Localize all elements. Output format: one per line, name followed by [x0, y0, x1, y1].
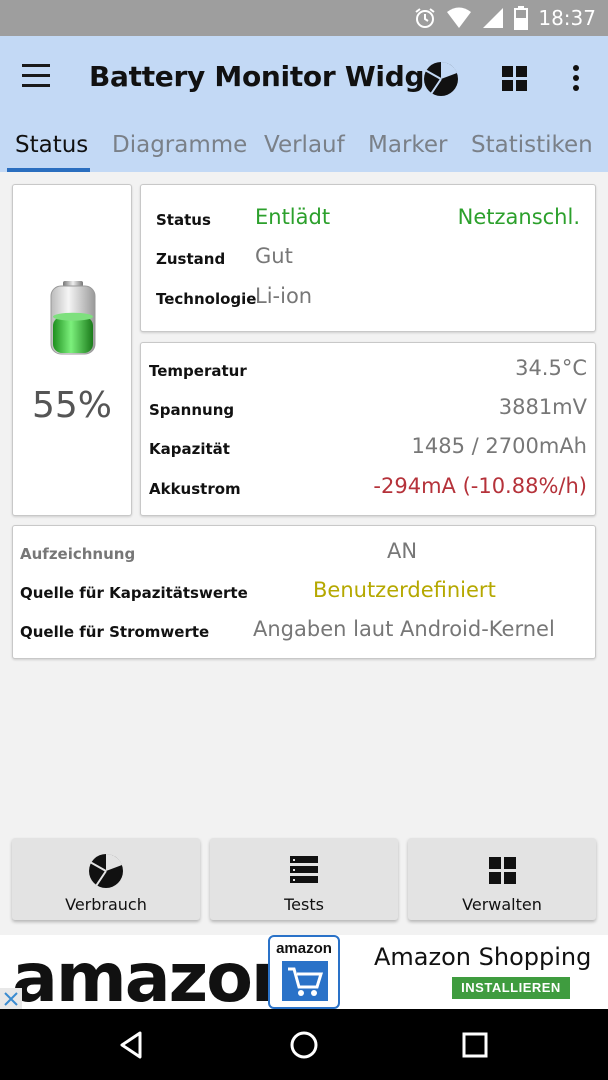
wifi-icon	[447, 7, 472, 28]
tests-label: Tests	[284, 895, 324, 914]
technology-value: Li-ion	[255, 284, 313, 308]
signal-icon	[483, 8, 504, 28]
tab-bar: Status Diagramme Verlauf Marker Statisti…	[0, 120, 608, 172]
install-button[interactable]: INSTALLIEREN	[452, 977, 570, 999]
tab-statistiken[interactable]: Statistiken	[471, 132, 593, 158]
navigation-bar	[0, 1009, 608, 1080]
recording-value: AN	[387, 539, 418, 563]
current-source-value: Angaben laut Android-Kernel	[253, 617, 555, 641]
current-label: Akkustrom	[149, 480, 241, 498]
pie-chart-icon[interactable]	[421, 58, 461, 98]
capacity-label: Kapazität	[149, 440, 230, 458]
back-icon[interactable]	[114, 1027, 150, 1063]
technology-label: Technologie	[156, 290, 257, 308]
amazon-logo: amazon	[268, 935, 340, 1009]
app-bar: Battery Monitor Widget	[0, 36, 608, 120]
more-vert-icon[interactable]	[556, 58, 596, 98]
pie-chart-icon	[89, 853, 123, 888]
alarm-icon	[415, 8, 435, 28]
capacity-source-value: Benutzerdefiniert	[313, 578, 496, 602]
home-icon[interactable]	[286, 1027, 322, 1063]
health-label: Zustand	[156, 250, 226, 268]
ad-title: Amazon Shopping	[374, 943, 592, 971]
voltage-label: Spannung	[149, 401, 235, 419]
capacity-value: 1485 / 2700mAh	[411, 434, 587, 458]
list-icon	[290, 856, 318, 883]
capacity-source-label: Quelle für Kapazitätswerte	[20, 584, 248, 602]
temperature-label: Temperatur	[149, 362, 247, 380]
temperature-value: 34.5°C	[515, 356, 587, 380]
recording-label: Aufzeichnung	[20, 545, 136, 563]
menu-icon	[22, 64, 50, 67]
measurements-card[interactable]: Temperatur 34.5°C Spannung 3881mV Kapazi…	[140, 342, 596, 516]
tab-status[interactable]: Status	[15, 132, 88, 158]
tab-verlauf[interactable]: Verlauf	[264, 132, 345, 158]
manage-label: Verwalten	[462, 895, 542, 914]
tab-marker[interactable]: Marker	[368, 132, 448, 158]
voltage-value: 3881mV	[498, 395, 587, 419]
ad-logo-text: amazon	[276, 940, 332, 957]
status-label: Status	[156, 211, 211, 229]
consumption-button[interactable]: Verbrauch	[12, 838, 200, 920]
app-title: Battery Monitor Widget	[89, 60, 456, 93]
health-value: Gut	[255, 244, 293, 268]
ad-wordmark: amazon	[12, 939, 299, 1009]
recording-card[interactable]: Aufzeichnung AN Quelle für Kapazitätswer…	[12, 525, 596, 659]
close-ad-button[interactable]	[0, 988, 22, 1010]
battery-level-icon	[50, 281, 96, 355]
current-value: -294mA (-10.88%/h)	[373, 474, 587, 498]
manage-button[interactable]: Verwalten	[408, 838, 596, 920]
battery-percent: 55%	[31, 385, 112, 426]
status-time: 18:37	[538, 6, 596, 30]
status-bar: 18:37	[0, 0, 608, 36]
ad-banner[interactable]: amazon amazon Amazon Shopping INSTALLIER…	[0, 935, 608, 1009]
tab-diagramme[interactable]: Diagramme	[112, 132, 247, 158]
shopping-cart-icon	[282, 961, 328, 1001]
close-icon	[4, 992, 18, 1006]
recents-icon[interactable]	[457, 1027, 493, 1063]
status-value: Entlädt	[255, 205, 331, 229]
tab-indicator	[7, 168, 90, 172]
current-source-label: Quelle für Stromwerte	[20, 623, 210, 641]
grid-icon	[489, 857, 516, 884]
battery-card[interactable]: 55%	[12, 184, 132, 516]
status-card[interactable]: Status Entlädt Netzanschl. Zustand Gut T…	[140, 184, 596, 332]
power-value: Netzanschl.	[457, 205, 580, 229]
battery-icon	[514, 6, 529, 30]
menu-button[interactable]	[22, 64, 58, 94]
consumption-label: Verbrauch	[65, 895, 147, 914]
grid-icon[interactable]	[494, 58, 534, 98]
tests-button[interactable]: Tests	[210, 838, 398, 920]
